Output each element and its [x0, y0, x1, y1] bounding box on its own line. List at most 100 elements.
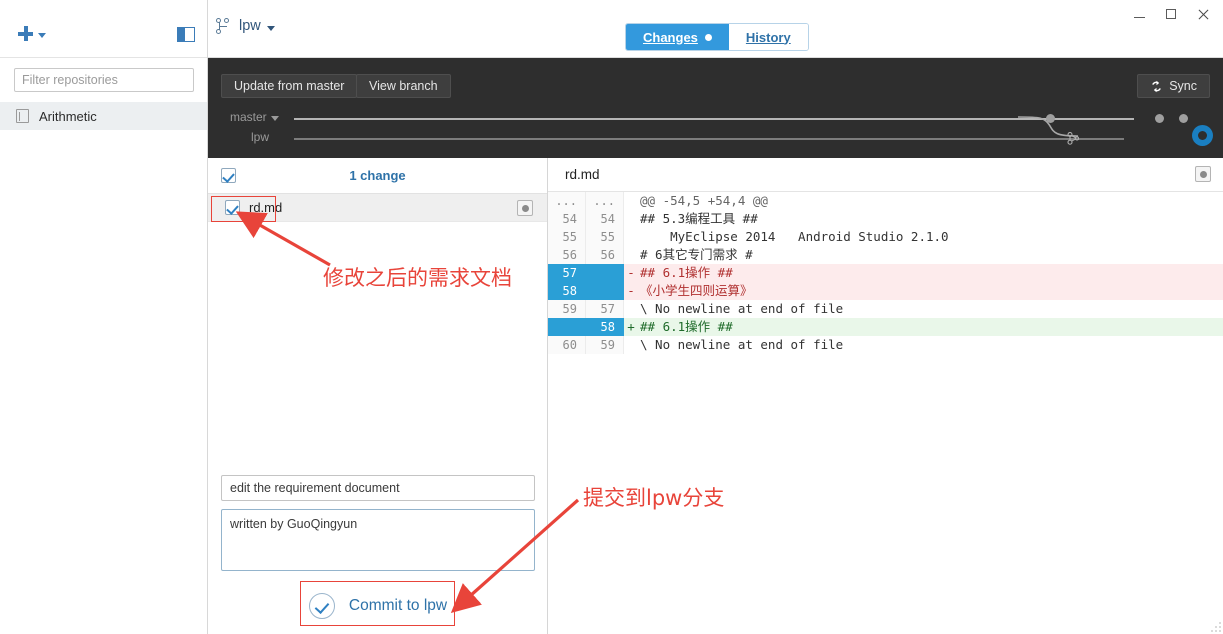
diff-new-line-number: 55	[586, 228, 624, 246]
filter-repositories-input[interactable]	[14, 68, 194, 92]
diff-new-line-number: 58	[586, 318, 624, 336]
file-include-checkbox[interactable]	[225, 200, 240, 215]
diff-line-sign	[624, 246, 638, 264]
graph-branch-master-label: master	[230, 110, 267, 124]
sync-icon	[1150, 80, 1163, 93]
maximize-button[interactable]	[1155, 3, 1187, 25]
toggle-sidebar-icon[interactable]	[177, 27, 195, 42]
chevron-down-icon	[38, 32, 46, 38]
graph-commit-node[interactable]	[1155, 114, 1164, 123]
tab-changes-label: Changes	[643, 29, 698, 45]
diff-line-text: \ No newline at end of file	[640, 337, 844, 352]
diff-line-text: ## 6.1操作 ##	[640, 319, 733, 334]
diff-line-sign	[624, 192, 638, 210]
diff-new-line-number: ...	[586, 192, 624, 210]
diff-line: 58 + ## 6.1操作 ##	[548, 318, 1223, 336]
diff-new-line-number: 59	[586, 336, 624, 354]
file-options-icon[interactable]	[517, 200, 533, 216]
diff-line-sign: -	[627, 283, 635, 298]
diff-line: 55 55 MyEclipse 2014 Android Studio 2.1.0	[548, 228, 1223, 246]
changes-panel: 1 change rd.md Commit to lpw	[208, 158, 548, 634]
view-branch-label: View branch	[369, 79, 438, 93]
add-repository-button[interactable]	[18, 26, 46, 41]
update-from-master-label: Update from master	[234, 79, 345, 93]
graph-head-node[interactable]	[1192, 125, 1213, 146]
diff-line-text: # 6其它专门需求 #	[640, 247, 753, 262]
update-from-master-button[interactable]: Update from master	[221, 74, 358, 98]
diff-new-line-number: 57	[586, 300, 624, 318]
changed-file-name: rd.md	[249, 200, 283, 215]
diff-line: 54 54 ## 5.3编程工具 ##	[548, 210, 1223, 228]
changed-file-row[interactable]: rd.md	[208, 194, 547, 222]
diff-old-line-number: 57	[548, 264, 586, 282]
tab-history[interactable]: History	[728, 24, 808, 50]
changes-indicator-dot	[704, 33, 712, 41]
diff-new-line-number: 56	[586, 246, 624, 264]
diff-old-line-number: 54	[548, 210, 586, 228]
tab-history-label: History	[745, 29, 791, 45]
diff-line-sign: +	[627, 319, 635, 334]
changes-panel-header: 1 change	[208, 158, 547, 194]
plus-icon	[18, 26, 33, 41]
graph-commit-node[interactable]	[1179, 114, 1188, 123]
tab-changes[interactable]: Changes	[626, 24, 729, 50]
diff-old-line-number	[548, 318, 586, 336]
diff-line: 57 - ## 6.1操作 ##	[548, 264, 1223, 282]
diff-line: 59 57 \ No newline at end of file	[548, 300, 1223, 318]
repository-icon	[16, 109, 29, 123]
diff-vertical-scrollbar[interactable]	[1218, 158, 1223, 634]
diff-line-text: MyEclipse 2014 Android Studio 2.1.0	[640, 229, 949, 244]
chevron-down-icon	[270, 116, 279, 121]
diff-line-sign	[624, 210, 638, 228]
graph-branch-master[interactable]: master	[230, 110, 279, 124]
diff-line-text: ## 5.3编程工具 ##	[640, 211, 758, 226]
sync-button[interactable]: Sync	[1137, 74, 1210, 98]
main-header: lpw Changes History Pull request	[208, 0, 1223, 58]
chevron-down-icon	[266, 25, 275, 31]
diff-filename-label: rd.md	[565, 167, 600, 182]
diff-line: ...... @@ -54,5 +54,4 @@	[548, 192, 1223, 210]
diff-old-line-number: 58	[548, 282, 586, 300]
diff-old-line-number: ...	[548, 192, 586, 210]
diff-line: 56 56 # 6其它专门需求 #	[548, 246, 1223, 264]
diff-old-line-number: 60	[548, 336, 586, 354]
commit-description-input[interactable]	[221, 509, 535, 571]
window-resize-grip[interactable]	[1209, 620, 1221, 632]
graph-commit-node[interactable]	[1046, 114, 1055, 123]
repositories-sidebar: Arithmetic	[0, 0, 208, 634]
view-tabs: Changes History	[625, 23, 809, 51]
diff-header: rd.md	[548, 158, 1223, 192]
diff-line-text: \ No newline at end of file	[640, 301, 844, 316]
changes-count-label: 1 change	[349, 168, 406, 183]
diff-new-line-number	[586, 282, 624, 300]
current-branch-label: lpw	[239, 18, 261, 34]
view-branch-button[interactable]: View branch	[356, 74, 451, 98]
graph-branch-lpw: lpw	[251, 130, 269, 144]
diff-line-text: 《小学生四则运算》	[640, 283, 753, 298]
close-button[interactable]	[1187, 3, 1219, 25]
sidebar-toolbar	[0, 0, 207, 58]
check-circle-icon	[308, 593, 335, 619]
app-window: Arithmetic lpw Changes History	[0, 0, 1223, 634]
repository-label: Arithmetic	[39, 108, 97, 124]
graph-merge-node-icon[interactable]	[1066, 132, 1079, 145]
diff-options-icon[interactable]	[1195, 166, 1211, 182]
diff-line: 58 - 《小学生四则运算》	[548, 282, 1223, 300]
sidebar-item-arithmetic[interactable]: Arithmetic	[0, 102, 207, 130]
window-controls	[1123, 2, 1219, 26]
diff-line-sign	[624, 336, 638, 354]
diff-old-line-number: 56	[548, 246, 586, 264]
diff-line-sign: -	[627, 265, 635, 280]
commit-to-branch-button[interactable]: Commit to lpw	[286, 586, 470, 626]
diff-old-line-number: 55	[548, 228, 586, 246]
minimize-button[interactable]	[1123, 3, 1155, 25]
diff-body: ...... @@ -54,5 +54,4 @@ 54 54 ## 5.3编程工具 ##…	[548, 192, 1223, 354]
commit-form: Commit to lpw	[208, 475, 548, 634]
diff-line-sign	[624, 228, 638, 246]
current-branch-selector[interactable]: lpw	[216, 18, 275, 34]
commit-summary-input[interactable]	[221, 475, 535, 501]
graph-branch-lpw-label: lpw	[251, 130, 270, 144]
diff-panel: rd.md ...... @@ -54,5 +54,4 @@ 54 54 ## 5.3编…	[548, 158, 1223, 634]
graph-line-master	[294, 118, 1134, 120]
diff-line-text: @@ -54,5 +54,4 @@	[640, 193, 768, 208]
